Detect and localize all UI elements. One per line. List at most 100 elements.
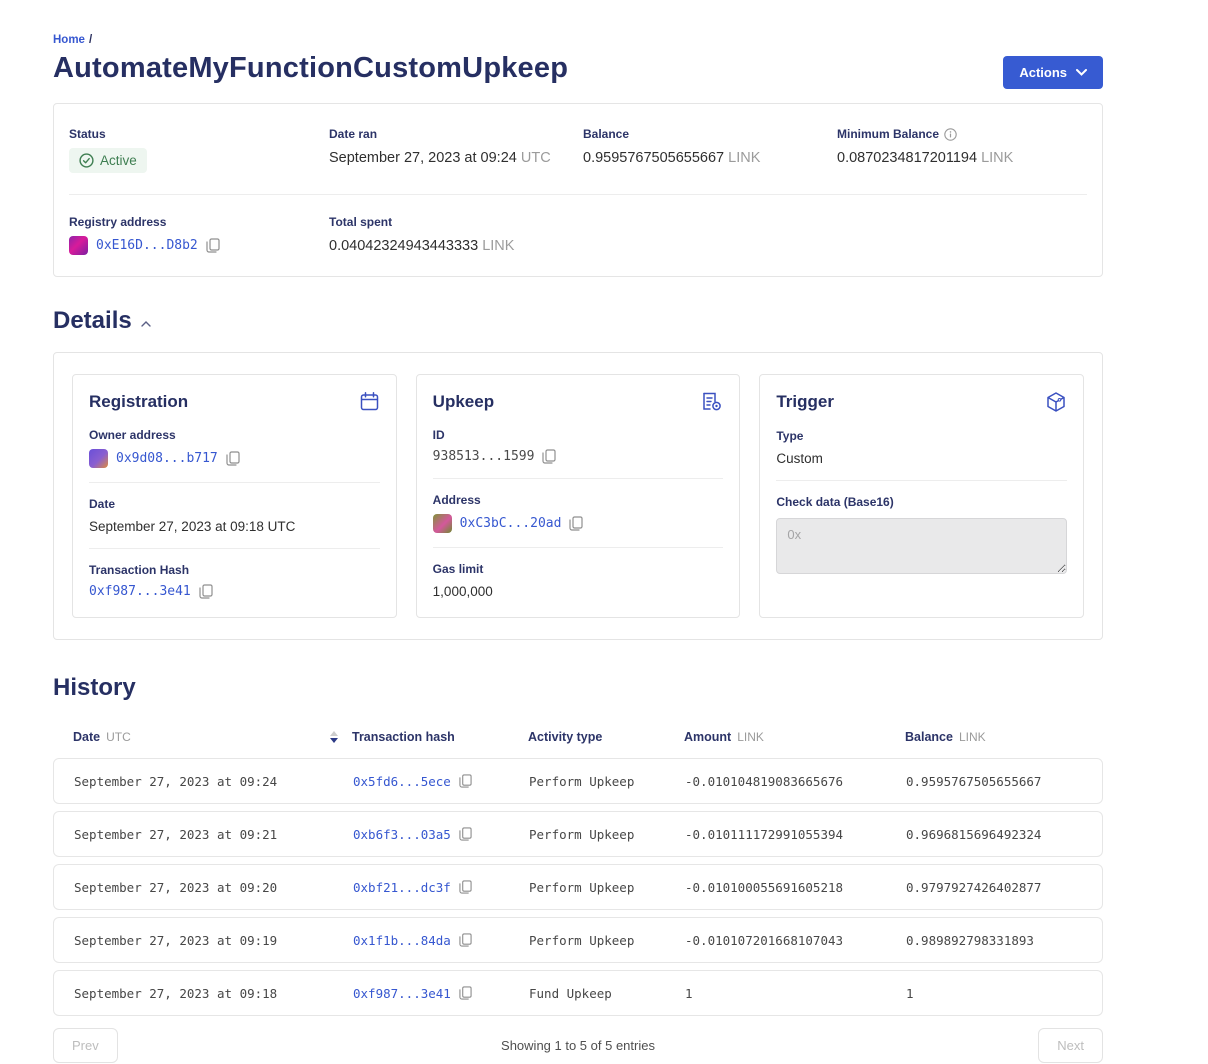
row-amount: 1 bbox=[685, 986, 906, 1001]
registration-date-label: Date bbox=[89, 497, 380, 511]
row-balance: 0.9595767505655667 bbox=[906, 774, 1082, 789]
transaction-hash-link[interactable]: 0xf987...3e41 bbox=[353, 986, 451, 1001]
trigger-type-value: Custom bbox=[776, 451, 1067, 466]
registry-address-link[interactable]: 0xE16D...D8b2 bbox=[96, 238, 198, 253]
transaction-hash-link[interactable]: 0x1f1b...84da bbox=[353, 933, 451, 948]
copy-icon[interactable] bbox=[459, 827, 472, 841]
details-panel: Registration Owner address 0x9d08...b717… bbox=[53, 352, 1103, 640]
column-header-activity-type: Activity type bbox=[528, 730, 684, 744]
registry-address-label: Registry address bbox=[69, 215, 329, 229]
row-hash: 0xbf21...dc3f bbox=[353, 880, 529, 895]
row-hash: 0xf987...3e41 bbox=[353, 986, 529, 1001]
copy-icon[interactable] bbox=[199, 584, 213, 599]
copy-icon[interactable] bbox=[459, 774, 472, 788]
row-date: September 27, 2023 at 09:18 bbox=[74, 986, 353, 1001]
check-circle-icon bbox=[79, 153, 94, 168]
min-balance-label: Minimum Balance bbox=[837, 127, 1087, 141]
date-ran-value: September 27, 2023 at 09:24 UTC bbox=[329, 150, 583, 166]
table-row: September 27, 2023 at 09:20 0xbf21...dc3… bbox=[53, 864, 1103, 910]
row-activity-type: Perform Upkeep bbox=[529, 880, 685, 895]
trigger-title: Trigger bbox=[776, 392, 834, 412]
copy-icon[interactable] bbox=[459, 933, 472, 947]
column-header-date[interactable]: Date UTC bbox=[73, 730, 352, 744]
row-activity-type: Perform Upkeep bbox=[529, 827, 685, 842]
transaction-hash-link[interactable]: 0xf987...3e41 bbox=[89, 584, 191, 599]
info-icon[interactable] bbox=[944, 128, 957, 141]
min-balance-value: 0.0870234817201194 LINK bbox=[837, 150, 1087, 166]
row-hash: 0x1f1b...84da bbox=[353, 933, 529, 948]
upkeep-id-label: ID bbox=[433, 428, 724, 442]
balance-value: 0.9595767505655667 LINK bbox=[583, 150, 837, 166]
row-balance: 0.9696815696492324 bbox=[906, 827, 1082, 842]
row-balance: 0.9797927426402877 bbox=[906, 880, 1082, 895]
total-spent-label: Total spent bbox=[329, 215, 583, 229]
check-data-textarea[interactable] bbox=[776, 518, 1067, 574]
row-activity-type: Perform Upkeep bbox=[529, 774, 685, 789]
balance-label: Balance bbox=[583, 127, 837, 141]
row-date: September 27, 2023 at 09:20 bbox=[74, 880, 353, 895]
column-header-balance: Balance LINK bbox=[905, 730, 1083, 744]
breadcrumb-home-link[interactable]: Home bbox=[53, 34, 85, 46]
date-ran-label: Date ran bbox=[329, 127, 583, 141]
row-amount: -0.010107201668107043 bbox=[685, 933, 906, 948]
history-heading: History bbox=[53, 674, 1103, 702]
gas-limit-label: Gas limit bbox=[433, 562, 724, 576]
trigger-card: Trigger Type Custom Check data (Base16) bbox=[759, 374, 1084, 618]
gas-limit-value: 1,000,000 bbox=[433, 584, 724, 599]
status-label: Status bbox=[69, 127, 329, 141]
owner-address-label: Owner address bbox=[89, 428, 380, 442]
copy-icon[interactable] bbox=[206, 238, 220, 253]
row-amount: -0.010111172991055394 bbox=[685, 827, 906, 842]
upkeep-id-value: 938513...1599 bbox=[433, 449, 535, 464]
transaction-hash-link[interactable]: 0x5fd6...5ece bbox=[353, 774, 451, 789]
check-data-label: Check data (Base16) bbox=[776, 495, 1067, 509]
registration-card: Registration Owner address 0x9d08...b717… bbox=[72, 374, 397, 618]
upkeep-address-identicon bbox=[433, 514, 452, 533]
sort-icon[interactable] bbox=[330, 731, 338, 743]
row-date: September 27, 2023 at 09:24 bbox=[74, 774, 353, 789]
upkeep-card: Upkeep ID 938513...1599 Address 0x bbox=[416, 374, 741, 618]
table-row: September 27, 2023 at 09:21 0xb6f3...03a… bbox=[53, 811, 1103, 857]
column-header-transaction-hash: Transaction hash bbox=[352, 730, 528, 744]
transaction-hash-link[interactable]: 0xbf21...dc3f bbox=[353, 880, 451, 895]
owner-address-link[interactable]: 0x9d08...b717 bbox=[116, 451, 218, 466]
actions-button[interactable]: Actions bbox=[1003, 56, 1103, 89]
transaction-hash-label: Transaction Hash bbox=[89, 563, 380, 577]
collapse-caret-icon[interactable] bbox=[141, 321, 151, 327]
document-gear-icon bbox=[701, 391, 723, 412]
pagination-summary: Showing 1 to 5 of 5 entries bbox=[53, 1038, 1103, 1053]
cube-icon bbox=[1045, 391, 1067, 413]
row-hash: 0xb6f3...03a5 bbox=[353, 827, 529, 842]
summary-card: Status Active Date ran September 27, 202… bbox=[53, 103, 1103, 277]
table-row: September 27, 2023 at 09:24 0x5fd6...5ec… bbox=[53, 758, 1103, 804]
row-activity-type: Perform Upkeep bbox=[529, 933, 685, 948]
breadcrumb-separator: / bbox=[89, 34, 92, 46]
copy-icon[interactable] bbox=[226, 451, 240, 466]
chevron-down-icon bbox=[1076, 69, 1087, 76]
copy-icon[interactable] bbox=[542, 449, 556, 464]
copy-icon[interactable] bbox=[569, 516, 583, 531]
row-hash: 0x5fd6...5ece bbox=[353, 774, 529, 789]
registry-identicon bbox=[69, 236, 88, 255]
owner-identicon bbox=[89, 449, 108, 468]
row-date: September 27, 2023 at 09:19 bbox=[74, 933, 353, 948]
total-spent-value: 0.04042324943443333 LINK bbox=[329, 238, 583, 254]
status-badge: Active bbox=[69, 148, 147, 173]
status-badge-label: Active bbox=[100, 153, 137, 168]
column-header-amount: Amount LINK bbox=[684, 730, 905, 744]
transaction-hash-link[interactable]: 0xb6f3...03a5 bbox=[353, 827, 451, 842]
trigger-type-label: Type bbox=[776, 429, 1067, 443]
upkeep-address-link[interactable]: 0xC3bC...20ad bbox=[460, 516, 562, 531]
breadcrumb: Home / bbox=[53, 34, 1103, 46]
row-amount: -0.010104819083665676 bbox=[685, 774, 906, 789]
details-heading: Details bbox=[53, 307, 132, 335]
calendar-icon bbox=[359, 391, 380, 412]
registration-date-value: September 27, 2023 at 09:18 UTC bbox=[89, 519, 380, 534]
pagination: Prev Showing 1 to 5 of 5 entries Next bbox=[53, 1028, 1103, 1063]
page-title: AutomateMyFunctionCustomUpkeep bbox=[53, 52, 568, 85]
divider bbox=[69, 194, 1087, 195]
copy-icon[interactable] bbox=[459, 880, 472, 894]
table-row: September 27, 2023 at 09:19 0x1f1b...84d… bbox=[53, 917, 1103, 963]
copy-icon[interactable] bbox=[459, 986, 472, 1000]
actions-button-label: Actions bbox=[1019, 65, 1067, 80]
